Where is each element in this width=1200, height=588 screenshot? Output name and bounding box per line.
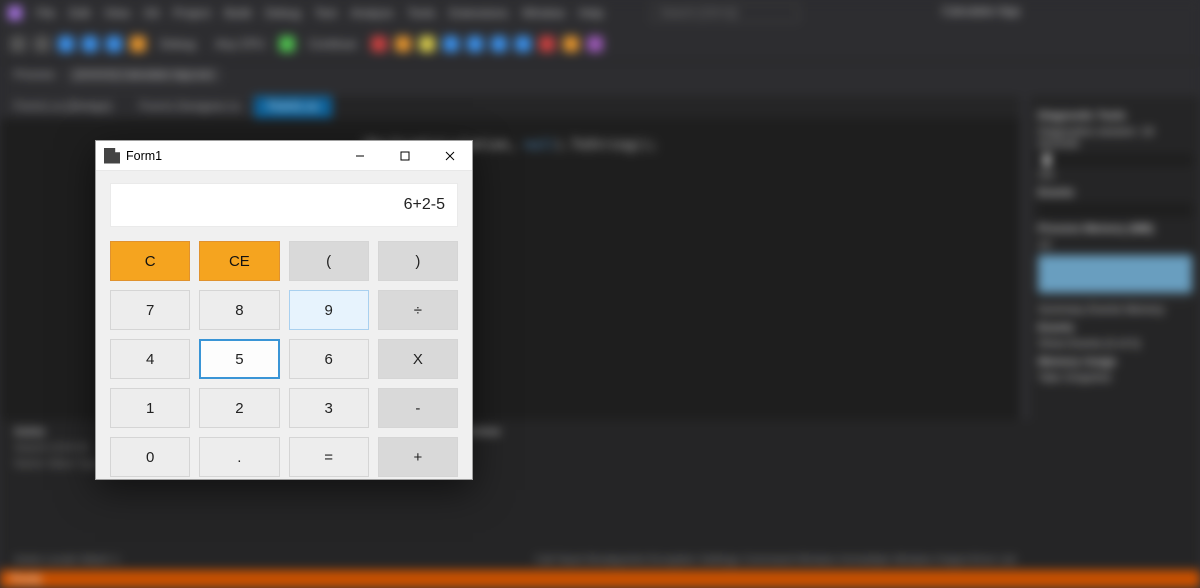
multiply-button[interactable]: X (378, 339, 458, 379)
digit-3-button[interactable]: 3 (289, 388, 369, 428)
equals-button[interactable]: = (289, 437, 369, 477)
close-paren-button[interactable]: ) (378, 241, 458, 281)
digit-2-button[interactable]: 2 (199, 388, 279, 428)
window-title: Form1 (126, 149, 162, 163)
divide-button[interactable]: ÷ (378, 290, 458, 330)
digit-0-button[interactable]: 0 (110, 437, 190, 477)
close-button[interactable] (427, 141, 472, 171)
app-icon (104, 148, 120, 164)
digit-6-button[interactable]: 6 (289, 339, 369, 379)
digit-4-button[interactable]: 4 (110, 339, 190, 379)
diagnostics-panel: Diagnostic Tools Diagnostics session: 18… (1030, 96, 1200, 570)
vs-logo-icon (8, 6, 22, 20)
ide-statusbar: Ready (0, 570, 1200, 588)
decimal-button[interactable]: . (199, 437, 279, 477)
subtract-button[interactable]: - (378, 388, 458, 428)
digit-9-button[interactable]: 9 (289, 290, 369, 330)
digit-5-button[interactable]: 5 (199, 339, 279, 379)
add-button[interactable]: + (378, 437, 458, 477)
minimize-button[interactable] (337, 141, 382, 171)
clear-entry-button[interactable]: CE (199, 241, 279, 281)
calc-keypad: CCE() 789÷ 456X 123- 0.=+ (110, 241, 458, 477)
digit-7-button[interactable]: 7 (110, 290, 190, 330)
ide-search[interactable]: Search (Ctrl+Q) (651, 4, 798, 22)
ide-tabs: Form1.cs [Design] Form1.Designer.cs Form… (0, 96, 1020, 118)
ide-menubar: FileEditView GitProjectBuild DebugTestAn… (0, 0, 1200, 26)
form1-window: Form1 6+2-5 CCE() 789÷ 456X 123- 0.=+ (95, 140, 473, 480)
open-paren-button[interactable]: ( (289, 241, 369, 281)
maximize-button[interactable] (382, 141, 427, 171)
ide-toolbar: DebugAny CPU Continue (0, 26, 1200, 62)
ide-title: Calculator App (942, 4, 1020, 18)
digit-1-button[interactable]: 1 (110, 388, 190, 428)
digit-8-button[interactable]: 8 (199, 290, 279, 330)
clear-button[interactable]: C (110, 241, 190, 281)
calc-display: 6+2-5 (110, 183, 458, 227)
titlebar[interactable]: Form1 (96, 141, 472, 171)
